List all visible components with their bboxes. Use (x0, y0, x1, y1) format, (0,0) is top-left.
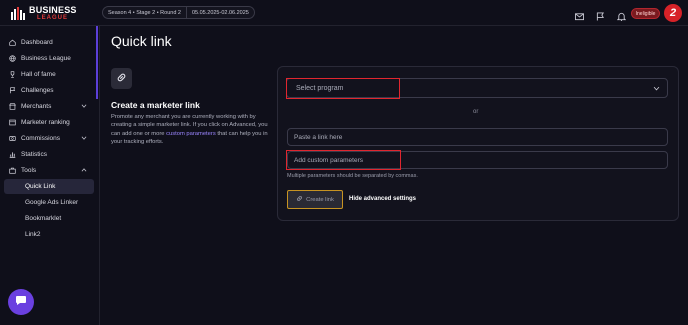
sidebar-item-challenges[interactable]: Challenges (4, 83, 94, 98)
globe-icon (9, 55, 16, 62)
sidebar-item-label: Marketer ranking (21, 119, 70, 126)
season-dates-text: 05.05.2025-02.06.2025 (191, 9, 249, 16)
parameters-hint: Multiple parameters should be separated … (287, 173, 418, 179)
create-link-label: Create link (306, 196, 334, 203)
paste-link-input[interactable]: Paste a link here (287, 128, 668, 146)
sidebar-item-label: Dashboard (21, 39, 53, 46)
mail-icon[interactable] (575, 8, 584, 21)
sidebar-item-label: Merchants (21, 103, 52, 110)
status-badge: Ineligible (631, 8, 660, 19)
section-heading: Create a marketer link (111, 100, 200, 110)
trophy-icon (9, 71, 16, 78)
sidebar-subitem-bookmarklet[interactable]: Bookmarklet (4, 211, 94, 226)
sidebar-item-label: Bookmarklet (25, 215, 62, 222)
sidebar-item-commissions[interactable]: Commissions (4, 131, 94, 146)
sidebar-item-label: Commissions (21, 135, 61, 142)
brand-line2: LEAGUE (37, 14, 69, 21)
hide-advanced-settings-link[interactable]: Hide advanced settings (349, 196, 416, 202)
avatar[interactable]: 2 (664, 4, 682, 22)
store-icon (9, 103, 16, 110)
or-divider: or (473, 109, 479, 115)
sidebar: Dashboard Business League Hall of fame C… (0, 26, 100, 325)
season-stage-text: Season 4 • Stage 2 • Round 2 (108, 9, 181, 16)
ranking-icon (9, 119, 16, 126)
sidebar-item-label: Tools (21, 167, 37, 174)
flag-icon[interactable] (596, 8, 605, 21)
sidebar-subitem-link2[interactable]: Link2 (4, 227, 94, 242)
business-league-logo[interactable]: BUSINESS LEAGUE (10, 4, 80, 22)
chevron-up-icon (81, 167, 87, 173)
home-icon (9, 39, 16, 46)
sidebar-item-label: Quick Link (25, 183, 56, 190)
chevron-down-icon (81, 103, 87, 109)
sidebar-item-tools[interactable]: Tools (4, 163, 94, 178)
sidebar-item-hall-of-fame[interactable]: Hall of fame (4, 67, 94, 82)
page-title: Quick link (111, 33, 172, 49)
paste-link-placeholder: Paste a link here (294, 133, 343, 141)
sidebar-item-statistics[interactable]: Statistics (4, 147, 94, 162)
link-icon-tile (111, 68, 132, 89)
chat-support-button[interactable] (8, 289, 34, 315)
custom-parameters-link[interactable]: custom parameters (166, 131, 216, 137)
sidebar-item-merchants[interactable]: Merchants (4, 99, 94, 114)
link-icon (296, 195, 303, 204)
stats-icon (9, 151, 16, 158)
sidebar-item-label: Statistics (21, 151, 48, 158)
sidebar-item-label: Challenges (21, 87, 54, 94)
create-link-button[interactable]: Create link (287, 190, 343, 209)
brand-line1: BUSINESS (29, 4, 77, 15)
sidebar-item-business-league[interactable]: Business League (4, 51, 94, 66)
sidebar-subitem-quick-link[interactable]: Quick Link (4, 179, 94, 194)
highlight-custom-parameters (286, 150, 401, 170)
tools-icon (9, 167, 16, 174)
challenge-icon (9, 87, 16, 94)
sidebar-item-label: Link2 (25, 231, 41, 238)
top-bar: BUSINESS LEAGUE Season 4 • Stage 2 • Rou… (0, 0, 688, 26)
season-indicator: Season 4 • Stage 2 • Round 2 05.05.2025-… (102, 6, 255, 19)
logo-mark-icon (10, 5, 26, 21)
link-icon (116, 70, 127, 88)
highlight-select-program (286, 78, 400, 99)
bell-icon[interactable] (616, 8, 627, 21)
sidebar-item-dashboard[interactable]: Dashboard (4, 35, 94, 50)
chevron-down-icon (81, 135, 87, 141)
sidebar-scroll-indicator (96, 26, 98, 99)
sidebar-item-label: Hall of fame (21, 71, 56, 78)
chevron-down-icon (653, 85, 660, 92)
coins-icon (9, 135, 16, 142)
sidebar-subitem-google-ads-linker[interactable]: Google Ads Linker (4, 195, 94, 210)
sidebar-item-label: Business League (21, 55, 71, 62)
sidebar-item-label: Google Ads Linker (25, 199, 79, 206)
chat-icon (15, 293, 27, 311)
sidebar-item-marketer-ranking[interactable]: Marketer ranking (4, 115, 94, 130)
section-description: Promote any merchant you are currently w… (111, 113, 271, 146)
